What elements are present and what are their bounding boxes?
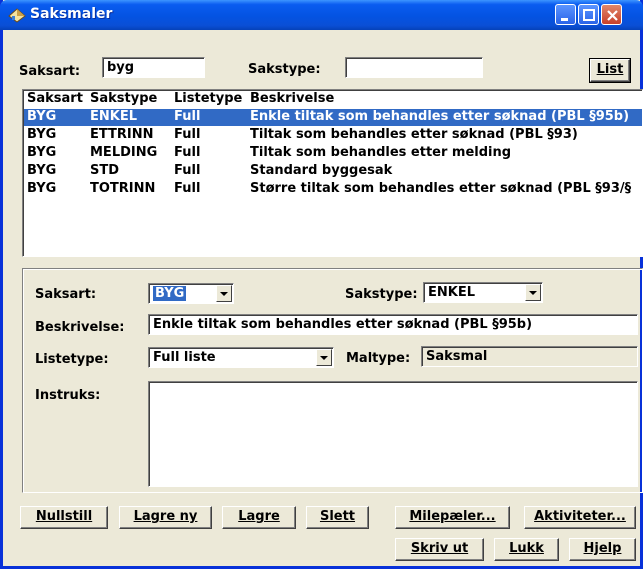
cell-beskrivelse: Tiltak som behandles etter søknad (PBL §…: [250, 127, 578, 142]
window-title: Saksmaler: [30, 6, 113, 22]
saksart-combo-value: BYG: [153, 286, 187, 301]
listetype-combo-value: Full liste: [153, 350, 216, 365]
header-saksart[interactable]: Saksart: [27, 91, 83, 106]
minimize-icon: [561, 18, 568, 21]
saksart-combo[interactable]: BYG: [148, 283, 234, 304]
beskrivelse-input[interactable]: Enkle tiltak som behandles etter søknad …: [148, 314, 638, 335]
skriv-ut-button[interactable]: Skriv ut: [395, 538, 484, 561]
detail-sakstype-label: Sakstype:: [345, 287, 418, 302]
sakstype-combo[interactable]: ENKEL: [423, 282, 543, 303]
maltype-field: Saksmal: [421, 346, 638, 367]
cell-listetype: Full: [174, 181, 201, 196]
list-row[interactable]: BYG ENKEL Full Enkle tiltak som behandle…: [24, 109, 642, 126]
cell-sakstype: STD: [90, 163, 120, 178]
cell-beskrivelse: Standard byggesak: [250, 163, 393, 178]
lagre-ny-button[interactable]: Lagre ny: [119, 506, 212, 529]
cell-listetype: Full: [174, 109, 201, 124]
chevron-down-icon[interactable]: [525, 284, 541, 301]
app-icon: [8, 8, 26, 23]
cell-saksart: BYG: [27, 181, 57, 196]
header-listetype[interactable]: Listetype: [174, 91, 242, 106]
list-row[interactable]: BYG STD Full Standard byggesak: [24, 163, 642, 180]
cell-saksart: BYG: [27, 163, 57, 178]
chevron-down-icon[interactable]: [316, 349, 332, 366]
hjelp-button[interactable]: Hjelp: [569, 538, 636, 561]
cell-sakstype: ENKEL: [90, 109, 137, 124]
close-icon: [607, 10, 618, 21]
template-list[interactable]: Saksart Sakstype Listetype Beskrivelse B…: [22, 89, 643, 257]
instruks-textarea[interactable]: [148, 381, 638, 487]
cell-sakstype: ETTRINN: [90, 127, 154, 142]
lagre-button[interactable]: Lagre: [222, 506, 296, 529]
minimize-button[interactable]: [555, 4, 576, 25]
list-row[interactable]: BYG MELDING Full Tiltak som behandles et…: [24, 145, 642, 162]
sakstype-combo-value: ENKEL: [428, 285, 475, 300]
header-sakstype[interactable]: Sakstype: [90, 91, 157, 106]
maltype-label: Maltype:: [346, 351, 411, 366]
cell-beskrivelse: Enkle tiltak som behandles etter søknad …: [250, 109, 630, 124]
app-window: Saksmaler Saksart: byg Sakstype: List Sa…: [0, 0, 643, 569]
cell-sakstype: TOTRINN: [90, 181, 156, 196]
list-button[interactable]: List: [589, 58, 631, 83]
list-header: Saksart Sakstype Listetype Beskrivelse: [24, 91, 642, 108]
maximize-icon: [583, 9, 595, 21]
cell-listetype: Full: [174, 163, 201, 178]
list-row[interactable]: BYG ETTRINN Full Tiltak som behandles et…: [24, 127, 642, 144]
cell-listetype: Full: [174, 145, 201, 160]
beskrivelse-label: Beskrivelse:: [35, 320, 125, 335]
cell-saksart: BYG: [27, 127, 57, 142]
slett-button[interactable]: Slett: [306, 506, 369, 529]
listetype-combo[interactable]: Full liste: [148, 347, 334, 368]
saksart-label: Saksart:: [19, 64, 81, 79]
nullstill-button[interactable]: Nullstill: [20, 506, 108, 529]
cell-saksart: BYG: [27, 145, 57, 160]
sakstype-search-input[interactable]: [345, 57, 483, 78]
listetype-label: Listetype:: [35, 352, 109, 367]
detail-saksart-label: Saksart:: [35, 287, 97, 302]
maximize-button[interactable]: [578, 4, 599, 25]
list-row[interactable]: BYG TOTRINN Full Større tiltak som behan…: [24, 181, 642, 198]
cell-saksart: BYG: [27, 109, 57, 124]
instruks-label: Instruks:: [35, 388, 101, 403]
lukk-button[interactable]: Lukk: [494, 538, 559, 561]
header-beskrivelse[interactable]: Beskrivelse: [250, 91, 334, 106]
chevron-down-icon[interactable]: [216, 285, 232, 302]
cell-beskrivelse: Større tiltak som behandles etter søknad…: [250, 181, 632, 196]
milepaeler-button[interactable]: Milepæler...: [395, 506, 510, 529]
close-button[interactable]: [601, 4, 622, 25]
sakstype-label: Sakstype:: [248, 62, 321, 77]
aktiviteter-button[interactable]: Aktiviteter...: [524, 506, 636, 529]
cell-listetype: Full: [174, 127, 201, 142]
cell-sakstype: MELDING: [90, 145, 158, 160]
title-bar[interactable]: Saksmaler: [0, 0, 643, 30]
saksart-search-input[interactable]: byg: [102, 57, 205, 78]
cell-beskrivelse: Tiltak som behandles etter melding: [250, 145, 512, 160]
